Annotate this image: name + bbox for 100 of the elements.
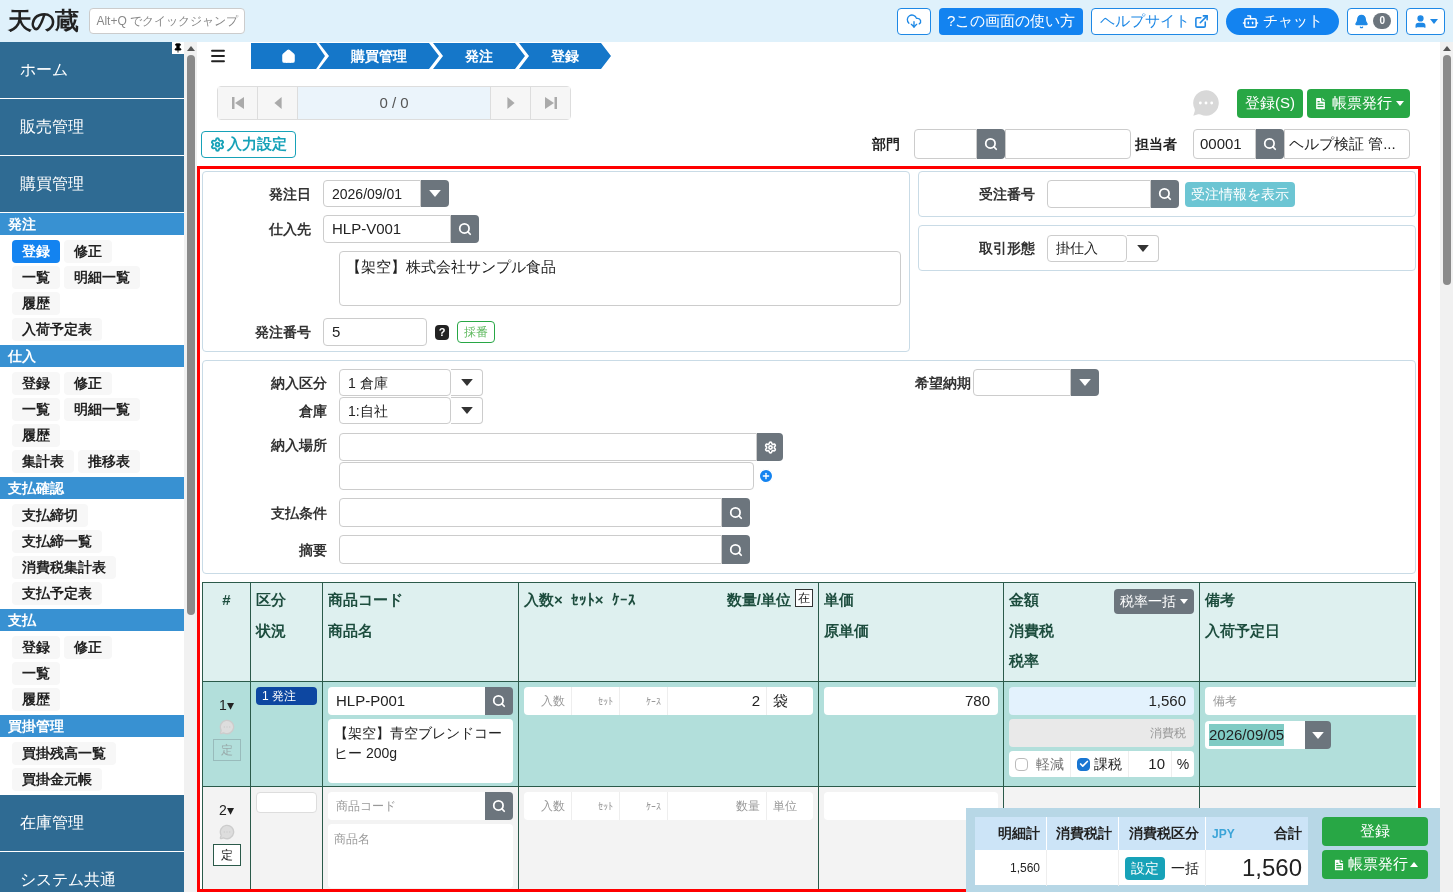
search-button[interactable]: [485, 687, 513, 715]
breadcrumb-link[interactable]: 発注: [433, 43, 525, 69]
search-button[interactable]: [1151, 180, 1179, 208]
sidebar-item[interactable]: 購買管理: [0, 156, 184, 213]
breadcrumb-link[interactable]: 登録: [519, 43, 611, 69]
sidebar-link[interactable]: 支払締切: [12, 503, 88, 527]
caret-icon: [460, 379, 473, 386]
sidebar-link[interactable]: 修正: [64, 371, 112, 395]
select-field[interactable]: [973, 369, 1071, 396]
department-name-field[interactable]: [1005, 129, 1131, 159]
search-button[interactable]: [722, 535, 750, 564]
next-page-button[interactable]: [490, 87, 530, 119]
checkbox[interactable]: [1015, 757, 1028, 771]
sidebar-link[interactable]: 履歴: [12, 291, 60, 315]
supplier-code-field[interactable]: HLP-V001: [323, 215, 451, 243]
breadcrumb-link[interactable]: 購買管理: [319, 43, 439, 69]
memo-field[interactable]: [339, 535, 722, 564]
stock-toggle[interactable]: 在: [795, 589, 813, 607]
sidebar-link[interactable]: 支払締一覧: [12, 529, 102, 553]
sidebar-item[interactable]: 販売管理: [0, 99, 184, 156]
sidebar-item[interactable]: 在庫管理: [0, 795, 184, 852]
product-code-field[interactable]: HLP-P001: [328, 687, 485, 715]
staff-name-field[interactable]: ヘルプ検証 管...: [1284, 129, 1410, 159]
sidebar-link[interactable]: 買掛残高一覧: [12, 741, 116, 765]
order-number-field[interactable]: 5: [323, 318, 427, 346]
fixed-button[interactable]: 定: [212, 844, 241, 866]
select-field[interactable]: 掛仕入: [1047, 234, 1127, 262]
supplier-name-field[interactable]: 【架空】株式会社サンプル食品: [339, 251, 901, 306]
sidebar-link[interactable]: 集計表: [12, 449, 74, 473]
select-field[interactable]: 1 倉庫: [339, 369, 451, 396]
search-icon: [984, 137, 998, 151]
arrival-date-field[interactable]: 2026/09/05: [1205, 721, 1305, 749]
menu-icon[interactable]: [209, 47, 227, 65]
sidebar-link[interactable]: 入荷予定表: [12, 317, 102, 341]
unit-field[interactable]: 袋: [767, 687, 813, 715]
sidebar-link[interactable]: 支払予定表: [12, 581, 102, 605]
tax-rate-field[interactable]: 10: [1129, 751, 1172, 777]
search-button[interactable]: [451, 215, 479, 243]
search-button[interactable]: [1256, 129, 1284, 159]
add-icon[interactable]: [758, 468, 774, 484]
first-page-button[interactable]: [218, 87, 258, 119]
sidebar-link[interactable]: 登録: [12, 635, 60, 659]
unit-price-field[interactable]: 780: [824, 687, 998, 715]
category-field[interactable]: [256, 792, 317, 813]
select-field[interactable]: 1:自社: [339, 397, 451, 424]
sidebar-link[interactable]: 履歴: [12, 687, 60, 711]
department-code-field[interactable]: [914, 129, 977, 159]
sidebar-link[interactable]: 一覧: [12, 661, 60, 685]
settings-button[interactable]: [757, 433, 783, 461]
sidebar-link[interactable]: 明細一覧: [64, 397, 140, 421]
sidebar-link[interactable]: 推移表: [78, 449, 140, 473]
column-header: ｾｯﾄ×: [570, 590, 604, 610]
bell-icon: [1354, 13, 1370, 29]
payment-terms-field[interactable]: [339, 498, 722, 527]
caret-icon: [1136, 244, 1149, 252]
unit-price-field[interactable]: [824, 792, 998, 820]
chat-button[interactable]: チャット: [1226, 7, 1340, 35]
user-menu-button[interactable]: [1406, 7, 1445, 35]
field-label: 支払条件: [271, 504, 327, 521]
scrollbar-thumb[interactable]: [186, 55, 195, 615]
sidebar-link[interactable]: 修正: [64, 635, 112, 659]
sidebar-link[interactable]: 一覧: [12, 265, 60, 289]
sidebar-link[interactable]: 買掛金元帳: [12, 767, 102, 791]
sidebar-item[interactable]: ホーム: [0, 42, 184, 99]
amount-field[interactable]: 1,560: [1009, 687, 1194, 715]
delivery-place-field[interactable]: [339, 462, 754, 490]
caret-icon: [1312, 731, 1324, 739]
delivery-place-field[interactable]: [339, 433, 757, 461]
select-field[interactable]: 2026/09/01: [323, 180, 421, 207]
sidebar-item[interactable]: システム共通: [0, 852, 184, 892]
scrollbar[interactable]: [184, 42, 197, 892]
scrollbar[interactable]: [1440, 42, 1453, 892]
checkbox[interactable]: [1077, 757, 1090, 771]
tax-rate-batch-button[interactable]: 税率一括: [1114, 589, 1194, 614]
scrollbar-thumb[interactable]: [1442, 55, 1451, 285]
search-button[interactable]: [722, 498, 750, 527]
download-button[interactable]: [897, 7, 932, 35]
previous-page-button[interactable]: [258, 87, 298, 119]
help-mark[interactable]: ?: [435, 324, 449, 340]
pin-icon[interactable]: [173, 43, 183, 53]
quick-jump-field[interactable]: Alt+Q でクイックジャンプ: [89, 8, 246, 34]
sidebar-link[interactable]: 明細一覧: [64, 265, 140, 289]
sidebar-link[interactable]: 修正: [64, 239, 112, 263]
field-label: 担当者: [1135, 135, 1177, 154]
sales-order-number-field[interactable]: [1047, 180, 1151, 208]
help-button[interactable]: ?この画面の使い方: [939, 7, 1084, 35]
product-name-field[interactable]: 【架空】青空ブレンドコーヒー 200g: [328, 719, 513, 783]
help-site-link[interactable]: ヘルプサイト: [1091, 7, 1219, 35]
sidebar-link[interactable]: 履歴: [12, 423, 60, 447]
home-link[interactable]: [251, 43, 325, 69]
quantity-field[interactable]: 2: [668, 687, 767, 715]
search-button[interactable]: [977, 129, 1005, 159]
notification-button[interactable]: 0: [1347, 7, 1398, 35]
sidebar-link[interactable]: 一覧: [12, 397, 60, 421]
sidebar-link[interactable]: 登録: [12, 371, 60, 395]
sidebar-link[interactable]: 消費税集計表: [12, 555, 116, 579]
sidebar-link[interactable]: 登録: [12, 239, 60, 263]
staff-code-field[interactable]: 00001: [1193, 129, 1256, 159]
search-button[interactable]: [485, 792, 513, 820]
last-page-button[interactable]: [530, 87, 570, 119]
